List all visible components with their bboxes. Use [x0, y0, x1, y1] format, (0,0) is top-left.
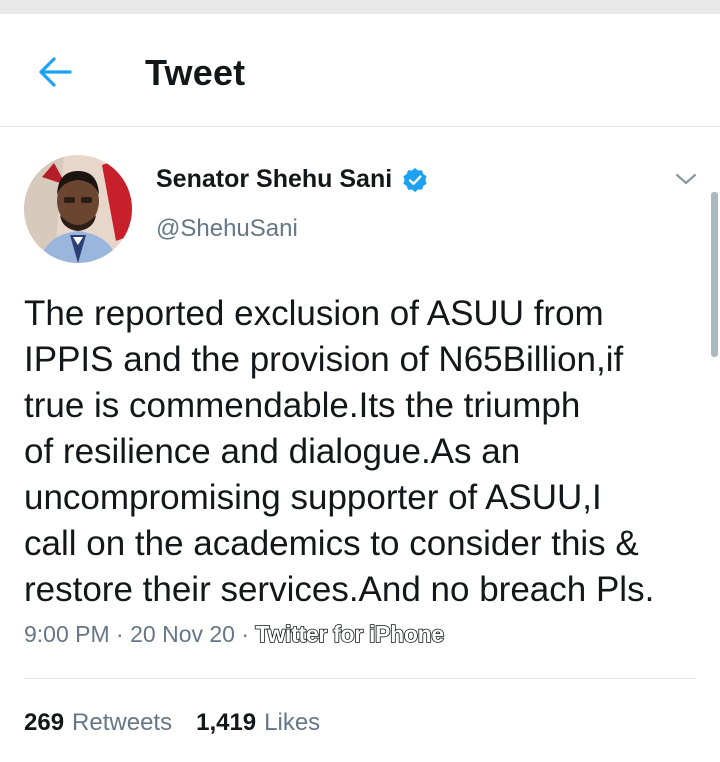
tweet-meta: 9:00 PM · 20 Nov 20 · Twitter for iPhone — [24, 620, 445, 648]
author-name-row[interactable]: Senator Shehu Sani — [156, 165, 428, 194]
author-handle[interactable]: @ShehuSani — [156, 215, 298, 243]
tweet-text: The reported exclusion of ASUU from IPPI… — [24, 294, 655, 609]
likes-label: Likes — [264, 709, 321, 736]
author-name: Senator Shehu Sani — [156, 165, 393, 193]
chevron-down-icon[interactable] — [672, 168, 700, 190]
back-arrow-icon[interactable] — [36, 54, 76, 90]
retweets-stat[interactable]: 269 Retweets — [24, 709, 172, 737]
divider — [24, 678, 696, 679]
retweets-label: Retweets — [72, 709, 173, 736]
likes-stat[interactable]: 1,419 Likes — [196, 709, 320, 737]
retweets-count: 269 — [24, 709, 65, 736]
meta-separator: · — [109, 621, 131, 647]
likes-count: 1,419 — [196, 709, 257, 736]
avatar[interactable] — [24, 155, 132, 263]
meta-separator: · — [234, 621, 256, 647]
top-bar: Tweet — [0, 14, 720, 127]
scrollbar[interactable] — [711, 192, 718, 357]
page-title: Tweet — [145, 52, 246, 93]
tweet-stats: 269 Retweets 1,419 Likes — [24, 709, 320, 737]
verified-badge-icon — [403, 167, 427, 192]
tweet-time: 9:00 PM — [24, 621, 110, 647]
tweet-source-link[interactable]: Twitter for iPhone — [255, 620, 445, 648]
tweet-date: 20 Nov 20 — [130, 621, 235, 647]
status-bar — [0, 0, 720, 14]
